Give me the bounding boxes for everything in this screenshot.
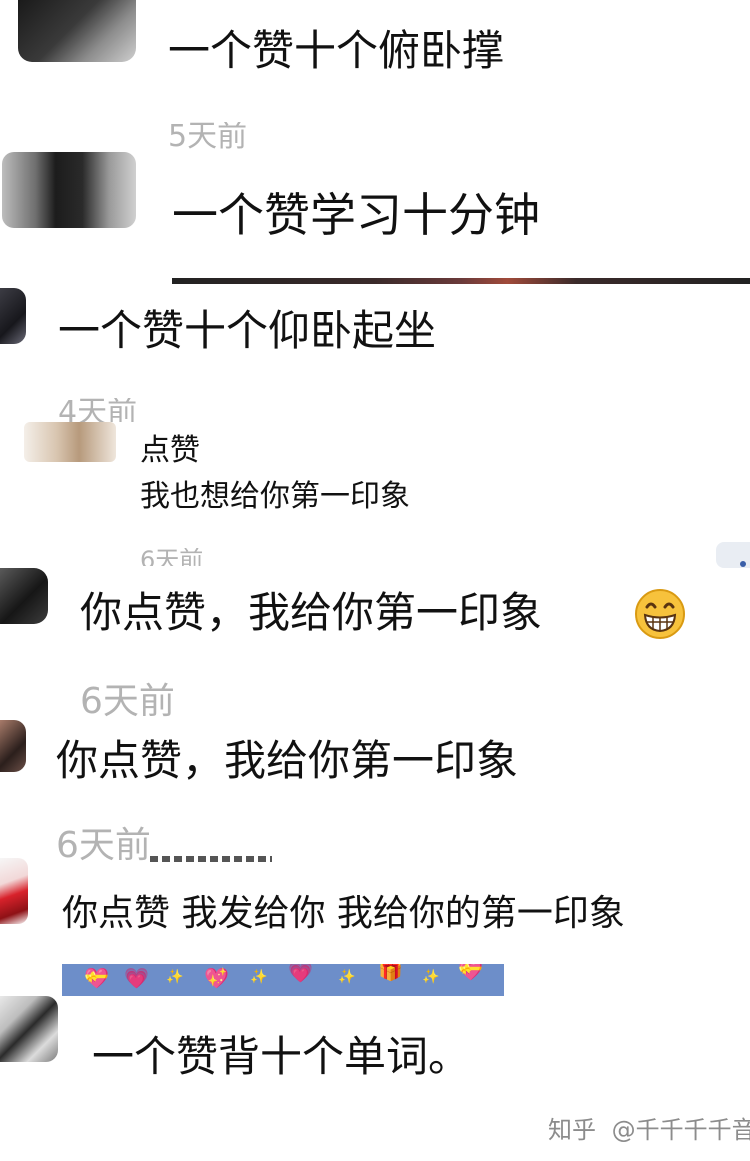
avatar[interactable] — [0, 288, 26, 344]
watermark-user: @千千千千音 — [611, 1116, 750, 1144]
comment-time: 6天前 — [140, 548, 204, 566]
avatar[interactable] — [0, 858, 28, 924]
comment-time: 6天前 — [56, 825, 151, 866]
comment-text-line: 点赞 — [140, 433, 200, 468]
comment-text: 你点赞，我给你第一印象 — [56, 736, 519, 785]
sticker-gift-icon: 💝 — [458, 964, 483, 982]
avatar[interactable] — [0, 568, 48, 624]
avatar[interactable] — [0, 996, 58, 1062]
sticker-heart-icon: 💗 — [288, 964, 313, 984]
sticker-gift-icon: 🎁 — [378, 964, 403, 982]
comment-text: 你点赞，我给你第一印象 — [80, 588, 543, 637]
sticker-heart-icon: 💖 — [204, 966, 229, 990]
sticker-sparkle-icon: ✨ — [250, 969, 268, 985]
grinning-face-icon — [634, 588, 686, 640]
obscured-text-fragment — [150, 856, 272, 862]
comment-text: 一个赞学习十分钟 — [172, 188, 540, 242]
watermark: 知乎 @千千千千音 — [548, 1118, 750, 1142]
avatar[interactable] — [24, 422, 116, 462]
comment-time: 5天前 — [168, 122, 248, 152]
comment-text-line: 我也想给你第一印象 — [140, 479, 410, 514]
sticker-sparkle-icon: ✨ — [338, 969, 356, 985]
dot-icon — [740, 561, 746, 567]
sticker-image[interactable]: 💝 💗 ✨ 💖 ✨ 💗 ✨ 🎁 ✨ 💝 — [62, 964, 504, 996]
avatar[interactable] — [2, 152, 136, 228]
sticker-heart-icon: 💗 — [124, 966, 149, 990]
sticker-gift-icon: 💝 — [84, 966, 109, 990]
comment-time: 6天前 — [80, 681, 175, 722]
avatar[interactable] — [18, 0, 136, 62]
watermark-site: 知乎 — [548, 1116, 596, 1144]
comment-text: 一个赞背十个单词。 — [92, 1032, 471, 1081]
sticker-sparkle-icon: ✨ — [422, 969, 440, 985]
comment-text: 一个赞十个仰卧起坐 — [58, 306, 437, 355]
sticker-sparkle-icon: ✨ — [166, 969, 184, 985]
comment-time: 4天前 — [58, 398, 138, 422]
image-divider — [172, 278, 750, 284]
comment-text: 你点赞 我发给你 我给你的第一印象 — [62, 893, 625, 934]
avatar[interactable] — [0, 720, 26, 772]
comment-text: 一个赞十个俯卧撑 — [168, 26, 505, 75]
